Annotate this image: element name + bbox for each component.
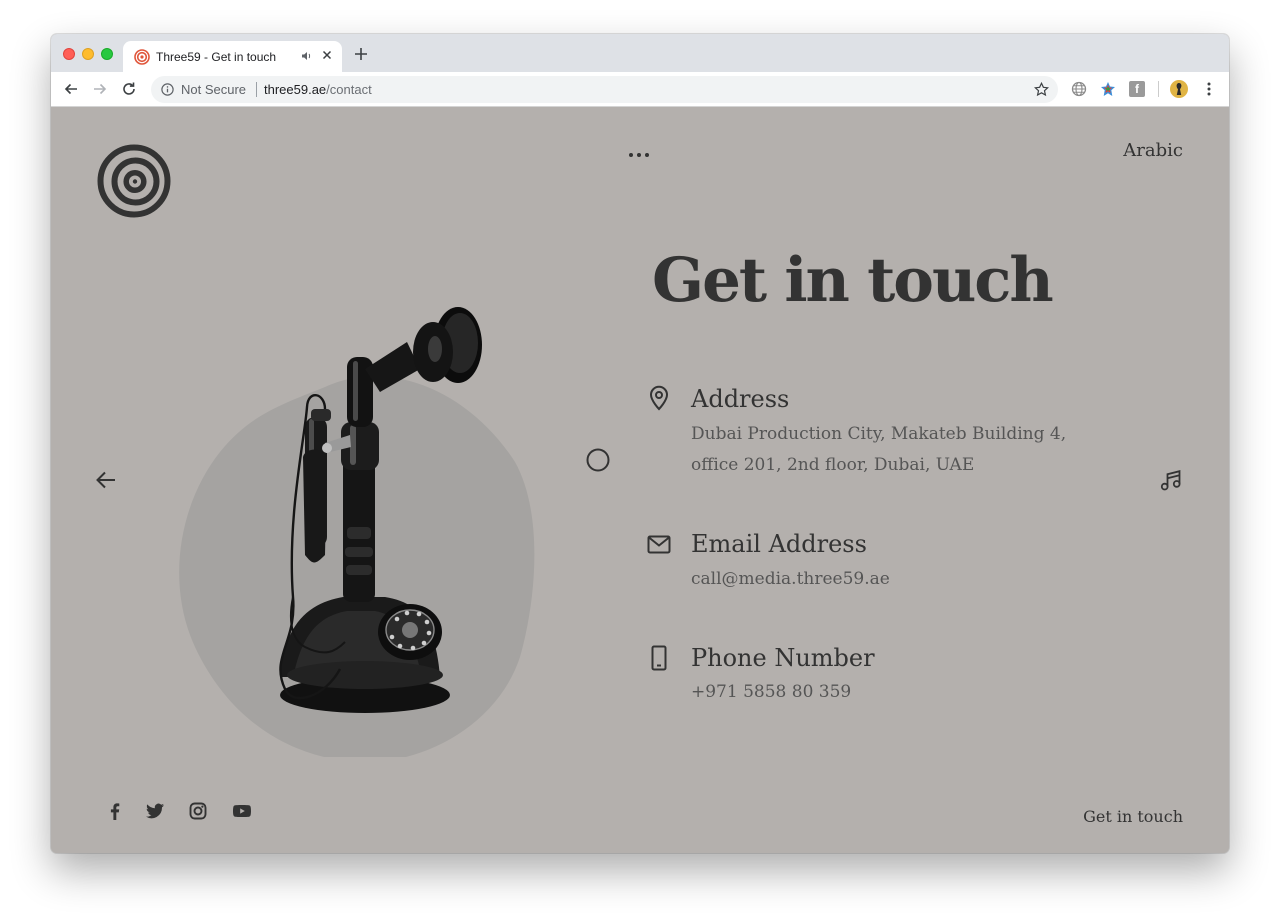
- bookmark-star-icon[interactable]: [1034, 82, 1049, 97]
- footer-get-in-touch-link[interactable]: Get in touch: [1051, 807, 1183, 826]
- tab-title: Three59 - Get in touch: [156, 50, 277, 64]
- page-title: Get in touch: [652, 245, 1054, 316]
- minimize-window-button[interactable]: [82, 48, 94, 60]
- envelope-icon: [647, 535, 671, 554]
- menu-dots-icon[interactable]: [627, 149, 651, 161]
- facebook-icon[interactable]: [105, 801, 125, 821]
- profile-avatar[interactable]: [1170, 80, 1188, 98]
- music-note-icon[interactable]: [1159, 468, 1183, 492]
- security-label: Not Secure: [181, 82, 247, 97]
- vintage-telephone-image: [179, 307, 535, 757]
- reload-icon[interactable]: [121, 81, 137, 97]
- contact-page: Arabic Get in touch Address Dubai Produc…: [51, 107, 1229, 853]
- url-path: /contact: [326, 82, 372, 97]
- three59-logo[interactable]: [97, 144, 171, 218]
- maximize-window-button[interactable]: [101, 48, 113, 60]
- email-heading: Email Address: [691, 530, 867, 558]
- url-text[interactable]: three59.ae/contact: [264, 82, 372, 97]
- url-host: three59.ae: [264, 82, 327, 97]
- instagram-icon[interactable]: [188, 801, 208, 821]
- new-tab-icon[interactable]: [354, 47, 368, 61]
- phone-heading: Phone Number: [691, 644, 875, 672]
- site-info-icon[interactable]: [161, 83, 174, 96]
- address-line-1: Dubai Production City, Makateb Building …: [691, 424, 1067, 444]
- avatar-silhouette-icon: [1176, 83, 1182, 95]
- language-switch-link[interactable]: Arabic: [1111, 140, 1183, 161]
- browser-menu-icon[interactable]: [1201, 81, 1217, 97]
- email-address-link[interactable]: call@media.three59.ae: [691, 564, 890, 595]
- close-window-button[interactable]: [63, 48, 75, 60]
- toolbar-divider: [1158, 81, 1159, 97]
- address-bar[interactable]: Not Secure three59.ae/contact: [151, 76, 1058, 103]
- back-arrow-icon[interactable]: [63, 81, 79, 97]
- address-heading: Address: [691, 385, 790, 413]
- arrow-left-icon[interactable]: [95, 469, 117, 491]
- forward-arrow-icon[interactable]: [92, 81, 108, 97]
- twitter-icon[interactable]: [145, 801, 165, 821]
- colorful-extension-icon[interactable]: [1100, 81, 1116, 97]
- browser-window: Three59 - Get in touch Not Secure three5…: [51, 34, 1229, 853]
- phone-number-link[interactable]: +971 5858 80 359: [691, 677, 851, 708]
- close-tab-icon[interactable]: [320, 48, 334, 62]
- site-favicon-icon: [134, 49, 150, 65]
- address-line-2: office 201, 2nd floor, Dubai, UAE: [691, 455, 975, 475]
- location-pin-icon: [649, 385, 669, 411]
- globe-extension-icon[interactable]: [1071, 81, 1087, 97]
- speaker-icon[interactable]: [301, 50, 313, 62]
- tab-bar: Three59 - Get in touch: [51, 34, 1229, 72]
- youtube-icon[interactable]: [232, 801, 252, 821]
- browser-tab[interactable]: Three59 - Get in touch: [123, 41, 342, 72]
- facebook-extension-icon[interactable]: f: [1129, 81, 1145, 97]
- mobile-phone-icon: [651, 645, 667, 671]
- url-separator: [256, 82, 257, 97]
- browser-toolbar: Not Secure three59.ae/contact f: [51, 72, 1229, 107]
- circle-cursor-icon: [586, 448, 610, 472]
